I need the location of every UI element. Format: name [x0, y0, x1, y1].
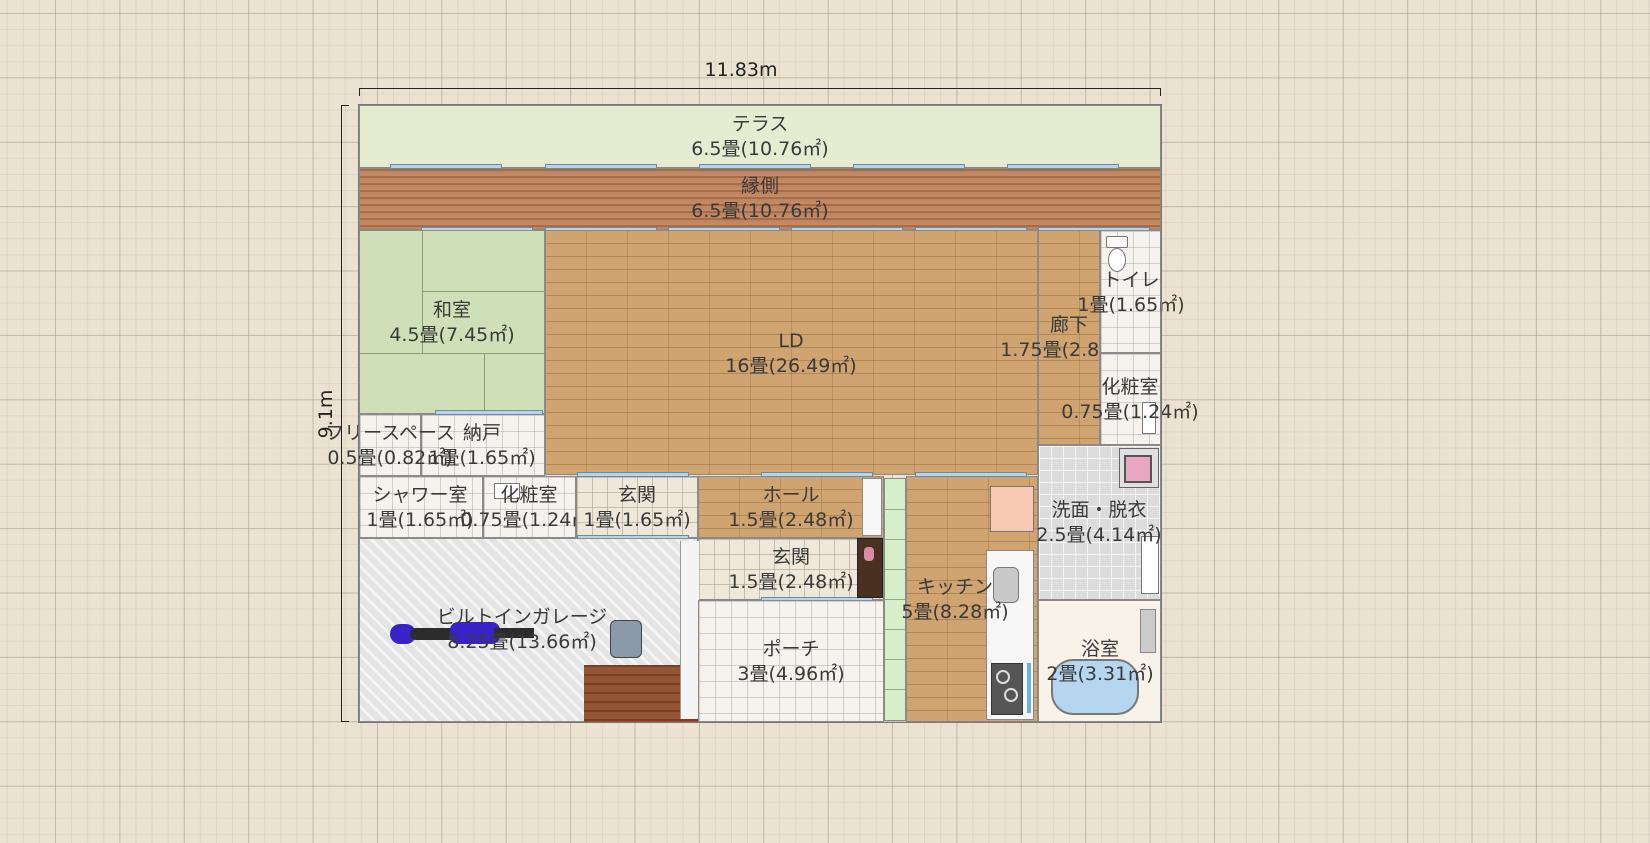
shoe-rack-icon: [857, 538, 883, 598]
window: [435, 410, 543, 415]
room-garage-label: ビルトインガレージ 8.25畳(13.66㎡): [436, 606, 608, 653]
width-dimension-label: 11.83m: [704, 59, 778, 81]
room-genkan-1-label: 玄関 1畳(1.65㎡): [583, 484, 691, 531]
room-ld-label: LD 16畳(26.49㎡): [725, 330, 857, 377]
tatami-mat-divider: [484, 353, 485, 413]
window: [853, 164, 965, 169]
room-kitchen-label: キッチン 5畳(8.28㎡): [901, 576, 1009, 623]
refrigerator-icon: [990, 486, 1034, 532]
tatami-mat-divider: [422, 291, 545, 292]
room-nando-label: 納戸 1畳(1.65㎡): [428, 422, 536, 469]
window: [699, 164, 811, 169]
height-dimension-line: [341, 105, 349, 722]
room-washitsu-label: 和室 4.5畳(7.45㎡): [389, 299, 515, 346]
window: [390, 164, 502, 169]
room-engawa-label: 縁側 6.5畳(10.76㎡): [691, 175, 829, 222]
width-dimension-line: [359, 88, 1161, 96]
stove-icon: [991, 663, 1023, 715]
shoe-cabinet: [862, 478, 882, 536]
room-shower-label: シャワー室 1畳(1.65㎡): [366, 484, 474, 531]
washing-machine-icon: [1119, 448, 1159, 488]
room-powder-1-label: 化粧室 0.75畳(1.24㎡): [1061, 376, 1199, 423]
garage-door: [680, 541, 699, 719]
window: [545, 164, 657, 169]
window: [1007, 164, 1119, 169]
room-bath-label: 浴室 2畳(3.31㎡): [1046, 638, 1154, 685]
floor-plan-canvas[interactable]: 11.83m 9.1m テラス 6.5畳(10.76㎡) 縁側 6.5畳(10.76…: [0, 0, 1650, 843]
window: [577, 472, 689, 477]
room-porch-label: ポーチ 3畳(4.96㎡): [737, 638, 845, 685]
room-terrace-label: テラス 6.5畳(10.76㎡): [691, 113, 829, 160]
tatami-mat-divider: [360, 353, 545, 354]
room-hall-label: ホール 1.5畳(2.48㎡): [728, 484, 854, 531]
stove-icon: [610, 620, 642, 658]
window: [915, 472, 1027, 477]
room-washroom-label: 洗面・脱衣 2.5畳(4.14㎡): [1036, 499, 1162, 546]
room-toilet-label: トイレ 1畳(1.65㎡): [1077, 269, 1185, 316]
window: [761, 472, 873, 477]
room-genkan-2-label: 玄関 1.5畳(2.48㎡): [728, 546, 854, 593]
